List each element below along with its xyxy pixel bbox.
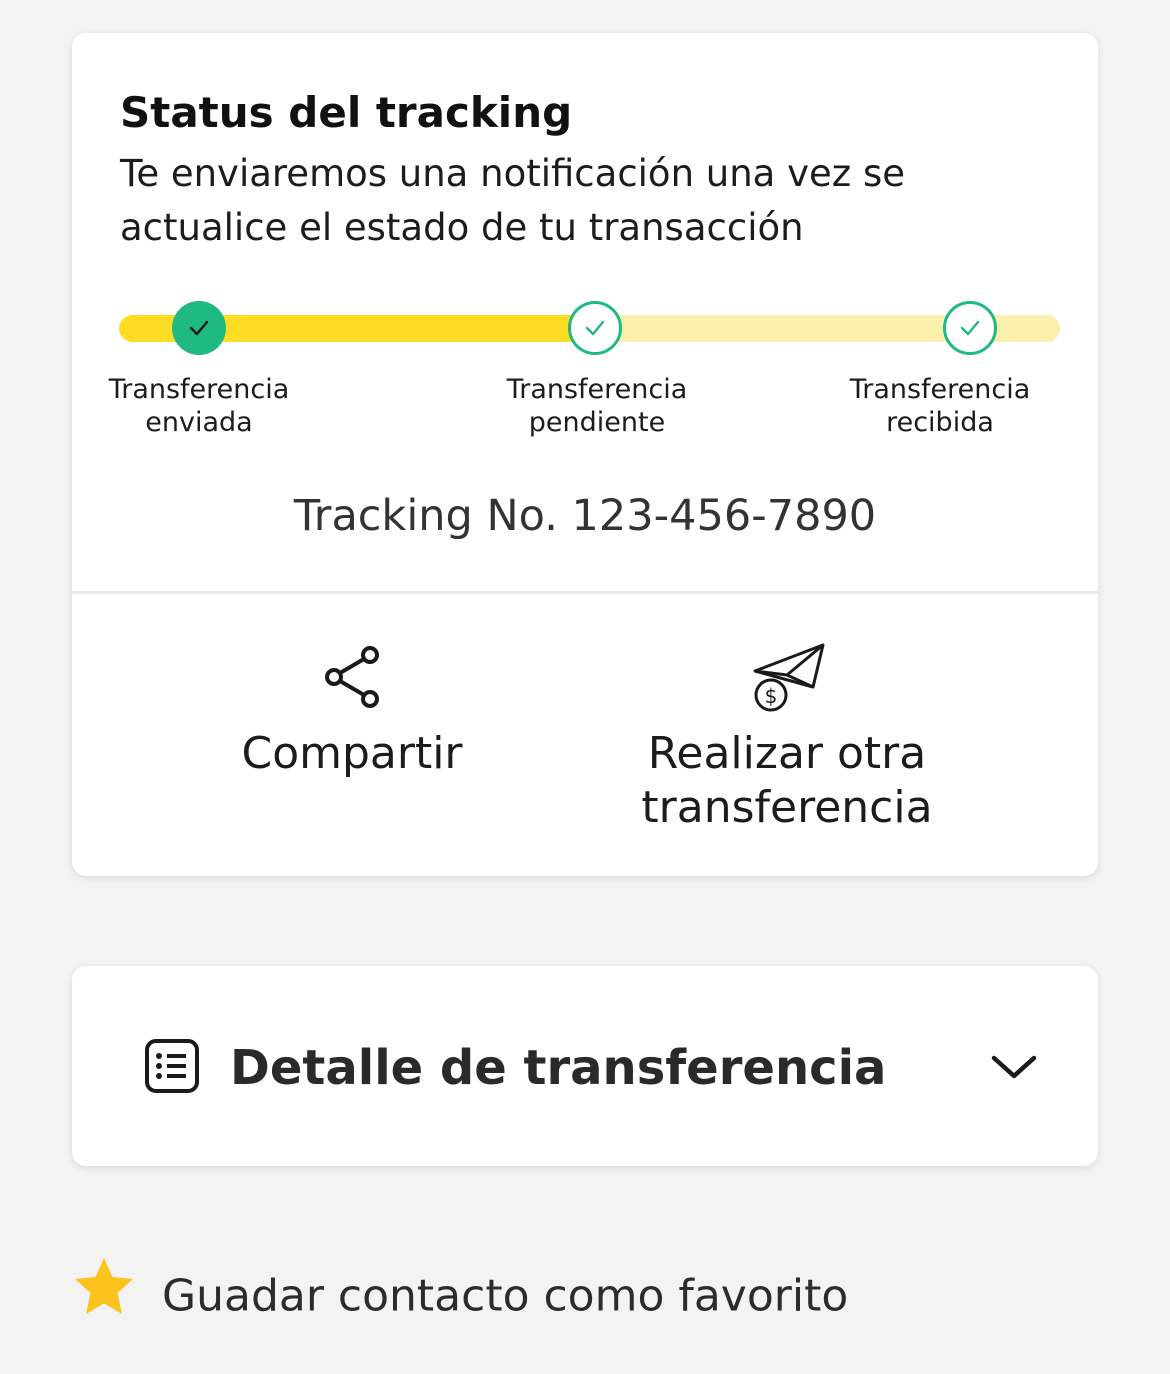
chevron-down-icon[interactable] [990, 1052, 1038, 1082]
share-button[interactable]: Compartir [222, 641, 482, 821]
tracking-subtitle: Te enviaremos una notificación una vez s… [120, 152, 906, 249]
transfer-detail-title: Detalle de transferencia [230, 1040, 887, 1096]
new-transfer-button[interactable]: $ Realizar otra transferencia [632, 641, 942, 841]
step-received-indicator [943, 301, 997, 355]
step-pending-indicator [568, 301, 622, 355]
transfer-detail-accordion[interactable]: Detalle de transferencia [72, 966, 1098, 1166]
paper-plane-money-icon: $ [753, 643, 825, 712]
step-sent-label: Transferencia enviada [108, 374, 290, 438]
save-favorite-button[interactable]: Guadar contacto como favorito [72, 1256, 872, 1334]
divider [72, 591, 1098, 594]
star-icon [75, 1258, 133, 1314]
tracking-number: Tracking No. 123-456-7890 [293, 491, 877, 541]
tracking-title: Status del tracking [120, 88, 573, 137]
save-favorite-label: Guadar contacto como favorito [162, 1270, 849, 1322]
check-icon [585, 320, 605, 336]
check-icon [189, 320, 209, 336]
list-icon [145, 1039, 199, 1093]
share-label: Compartir [241, 728, 463, 779]
new-transfer-label: Realizar otra transferencia [641, 728, 933, 833]
check-icon [960, 320, 980, 336]
svg-text:$: $ [765, 684, 778, 708]
step-received-label: Transferencia recibida [849, 374, 1031, 438]
share-icon [325, 646, 379, 708]
tracking-status-card: Status del tracking Te enviaremos una no… [72, 33, 1098, 876]
step-sent-indicator [172, 301, 226, 355]
step-pending-label: Transferencia pendiente [506, 374, 688, 438]
